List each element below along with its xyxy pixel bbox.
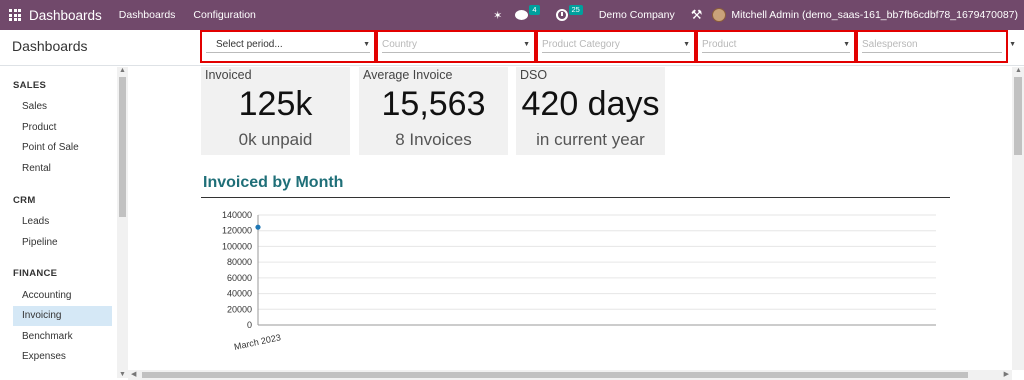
bug-icon[interactable]: ✶ xyxy=(493,9,502,22)
kpi-label: DSO xyxy=(520,68,548,82)
y-tick-label: 100000 xyxy=(222,241,252,251)
sidebar-section-crm: CRM xyxy=(13,195,36,206)
sidebar-item-invoicing[interactable]: Invoicing xyxy=(13,306,112,326)
chevron-down-icon: ▼ xyxy=(683,41,690,48)
kpi-value: 15,563 xyxy=(381,85,486,123)
section-divider xyxy=(201,197,950,198)
tools-icon[interactable]: ⚒ xyxy=(691,7,703,23)
filter-underline xyxy=(542,52,690,53)
activities-button[interactable]: 25 xyxy=(555,5,583,21)
kpi-label: Average Invoice xyxy=(363,68,453,82)
data-point xyxy=(255,224,261,230)
invoiced-by-month-chart[interactable]: 0 20000 40000 60000 80000 100000 120000 140000 M… xyxy=(198,207,968,357)
kpi-average-invoice[interactable]: Average Invoice 15,563 8 Invoices xyxy=(359,67,508,155)
main-scrollbar[interactable]: ▲ xyxy=(1012,67,1024,370)
horizontal-scroll-thumb[interactable] xyxy=(142,372,968,378)
main-scroll-thumb[interactable] xyxy=(1014,77,1022,155)
filter-underline xyxy=(702,52,850,53)
kpi-value: 420 days xyxy=(521,85,660,123)
kpi-subtext: 8 Invoices xyxy=(395,130,472,149)
filter-underline xyxy=(382,52,530,53)
kpi-value: 125k xyxy=(238,85,313,123)
scroll-right-icon[interactable]: ▶ xyxy=(1004,370,1009,378)
sidebar-item-leads[interactable]: Leads xyxy=(13,212,112,232)
sidebar-item-sales[interactable]: Sales xyxy=(13,97,112,117)
y-tick-label: 60000 xyxy=(227,273,252,283)
sidebar: SALES Sales Product Point of Sale Rental… xyxy=(0,67,117,380)
scroll-up-icon[interactable]: ▲ xyxy=(1015,67,1022,74)
kpi-subtext: 0k unpaid xyxy=(238,130,313,149)
user-menu[interactable]: Mitchell Admin (demo_saas-161_bb7fb6cdbf… xyxy=(731,9,1018,21)
y-tick-label: 0 xyxy=(247,320,252,330)
app-name[interactable]: Dashboards xyxy=(29,8,102,23)
page-title: Dashboards xyxy=(12,38,88,54)
sidebar-item-rental[interactable]: Rental xyxy=(13,159,112,179)
y-tick-label: 40000 xyxy=(227,289,252,299)
filter-country-placeholder: Country xyxy=(382,39,418,50)
menu-dashboards[interactable]: Dashboards xyxy=(119,9,176,21)
sidebar-item-benchmark[interactable]: Benchmark xyxy=(13,327,112,347)
messages-badge: 4 xyxy=(529,5,540,15)
control-panel: Dashboards Select period... ▼ Country ▼ … xyxy=(0,30,1024,66)
filter-product-category-placeholder: Product Category xyxy=(542,39,620,50)
section-title: Invoiced by Month xyxy=(203,174,344,191)
kpi-label: Invoiced xyxy=(205,68,252,82)
scroll-up-icon[interactable]: ▲ xyxy=(119,67,126,74)
filter-underline xyxy=(206,52,370,53)
dashboard-content: Invoiced 125k 0k unpaid Average Invoice … xyxy=(128,67,1012,370)
filter-period-label: Select period... xyxy=(216,39,283,50)
sidebar-section-sales: SALES xyxy=(13,80,47,91)
horizontal-scrollbar[interactable]: ◀ ▶ xyxy=(128,370,1012,380)
menu-configuration[interactable]: Configuration xyxy=(193,9,255,21)
x-tick-label: March 2023 xyxy=(233,332,282,352)
y-tick-label: 120000 xyxy=(222,226,252,236)
kpi-subtext: in current year xyxy=(536,130,645,149)
sidebar-item-accounting[interactable]: Accounting xyxy=(13,286,112,306)
chevron-down-icon: ▼ xyxy=(523,41,530,48)
scroll-down-icon[interactable]: ▼ xyxy=(119,371,126,378)
sidebar-item-product[interactable]: Product xyxy=(13,118,112,138)
chevron-down-icon: ▼ xyxy=(1009,41,1016,48)
kpi-invoiced[interactable]: Invoiced 125k 0k unpaid xyxy=(201,67,350,155)
systray: ✶ 4 25 Demo Company ⚒ Mitchell Admin (de… xyxy=(493,0,1018,30)
sidebar-scrollbar[interactable]: ▲ ▼ xyxy=(117,67,128,378)
y-tick-label: 20000 xyxy=(227,304,252,314)
filter-country[interactable]: Country ▼ xyxy=(376,30,536,63)
apps-grid-icon[interactable] xyxy=(9,9,21,21)
top-navbar: Dashboards Dashboards Configuration ✶ 4 … xyxy=(0,0,1024,30)
company-switcher[interactable]: Demo Company xyxy=(599,9,675,21)
chevron-down-icon: ▼ xyxy=(843,41,850,48)
activities-badge: 25 xyxy=(568,5,583,15)
scroll-left-icon[interactable]: ◀ xyxy=(131,370,136,378)
sidebar-item-point-of-sale[interactable]: Point of Sale xyxy=(13,138,112,158)
avatar[interactable] xyxy=(712,8,727,22)
messages-button[interactable]: 4 xyxy=(515,5,540,20)
filter-product-category[interactable]: Product Category ▼ xyxy=(536,30,696,63)
y-tick-label: 80000 xyxy=(227,257,252,267)
clock-icon xyxy=(555,9,568,21)
sidebar-scroll-thumb[interactable] xyxy=(119,77,126,217)
sidebar-item-pipeline[interactable]: Pipeline xyxy=(13,233,112,253)
filter-salesperson[interactable]: Salesperson ▼ xyxy=(856,30,1016,63)
sidebar-item-expenses[interactable]: Expenses xyxy=(13,347,112,367)
filter-underline xyxy=(862,52,1002,53)
filter-product[interactable]: Product ▼ xyxy=(696,30,856,63)
filter-period[interactable]: Select period... ▼ xyxy=(200,30,376,63)
filter-salesperson-placeholder: Salesperson xyxy=(862,39,918,50)
chat-icon xyxy=(515,10,529,20)
sidebar-section-finance: FINANCE xyxy=(13,268,58,279)
filter-product-placeholder: Product xyxy=(702,39,737,50)
chevron-down-icon: ▼ xyxy=(363,41,370,48)
y-tick-label: 140000 xyxy=(222,210,252,220)
kpi-dso[interactable]: DSO 420 days in current year xyxy=(516,67,665,155)
